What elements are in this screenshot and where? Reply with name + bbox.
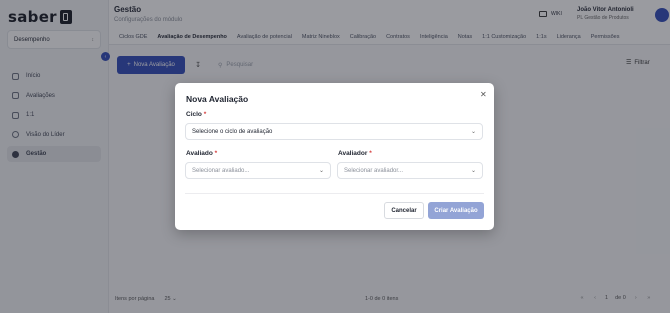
close-icon[interactable]: ✕ <box>480 90 487 99</box>
required-mark: * <box>369 150 372 157</box>
cancel-button[interactable]: Cancelar <box>384 202 424 219</box>
evaluator-label-text: Avaliador <box>338 150 368 157</box>
create-evaluation-button[interactable]: Criar Avaliação <box>428 202 484 219</box>
evaluated-select[interactable]: Selecionar avaliado... ⌄ <box>185 162 331 179</box>
evaluator-label: Avaliador * <box>338 150 372 157</box>
chevron-down-icon: ⌄ <box>318 168 324 174</box>
dialog-title: Nova Avaliação <box>186 94 249 104</box>
cycle-select[interactable]: Selecione o ciclo de avaliação ⌄ <box>185 123 483 140</box>
evaluator-select[interactable]: Selecionar avaliador... ⌄ <box>337 162 483 179</box>
evaluated-select-placeholder: Selecionar avaliado... <box>192 167 250 174</box>
evaluated-label-text: Avaliado <box>186 150 213 157</box>
cycle-label: Ciclo * <box>186 111 206 118</box>
cycle-select-placeholder: Selecione o ciclo de avaliação <box>192 128 273 135</box>
divider <box>185 193 484 194</box>
chevron-down-icon: ⌄ <box>470 129 476 135</box>
cycle-label-text: Ciclo <box>186 111 202 118</box>
evaluator-select-placeholder: Selecionar avaliador... <box>344 167 404 174</box>
new-evaluation-dialog: Nova Avaliação ✕ Ciclo * Selecione o cic… <box>175 83 494 230</box>
chevron-down-icon: ⌄ <box>470 168 476 174</box>
required-mark: * <box>203 111 207 118</box>
evaluated-label: Avaliado * <box>186 150 217 157</box>
required-mark: * <box>214 150 218 157</box>
